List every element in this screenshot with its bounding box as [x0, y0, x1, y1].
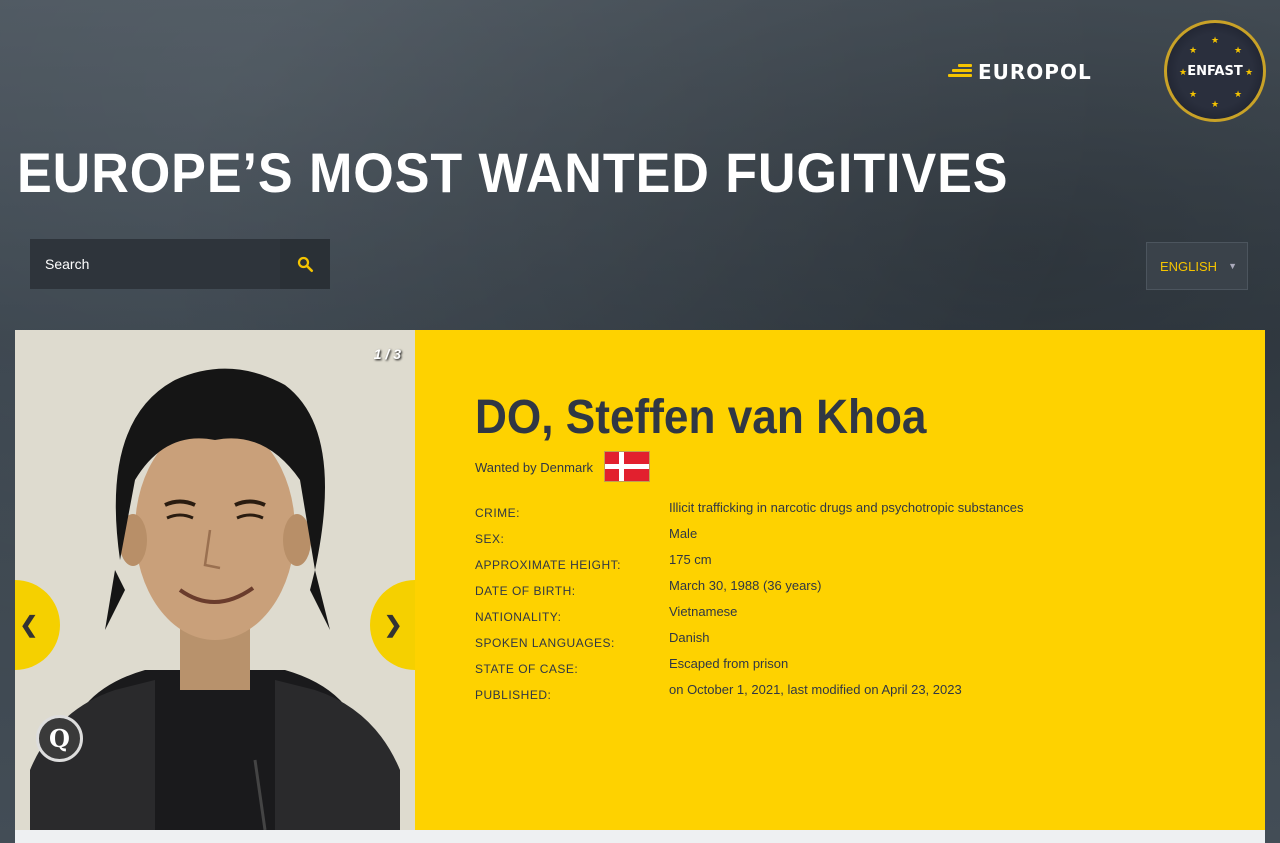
detail-row-state-of-case: STATE OF CASE: Escaped from prison — [475, 654, 1024, 680]
detail-value: Danish — [669, 630, 710, 645]
detail-value: Illicit trafficking in narcotic drugs an… — [669, 500, 1024, 515]
detail-value: Vietnamese — [669, 604, 738, 619]
enfast-logo[interactable]: ★ ★ ★ ★ ★ ★ ★ ★ ENFAST — [1164, 20, 1266, 122]
wanted-by: Wanted by Denmark — [475, 460, 593, 475]
language-select[interactable]: ENGLISH ▼ — [1146, 242, 1248, 290]
chevron-down-icon: ▼ — [1228, 261, 1237, 271]
detail-row-date-of-birth: DATE OF BIRTH: March 30, 1988 (36 years) — [475, 576, 1024, 602]
zoom-button[interactable]: Q — [36, 715, 83, 762]
search-input[interactable] — [30, 239, 280, 289]
detail-value: Escaped from prison — [669, 656, 789, 671]
detail-value: March 30, 1988 (36 years) — [669, 578, 822, 593]
fugitive-info-panel: DO, Steffen van Khoa Wanted by Denmark C… — [415, 330, 1265, 830]
detail-label: APPROXIMATE HEIGHT: — [475, 558, 621, 572]
chevron-right-icon: ❯ — [384, 612, 403, 637]
denmark-flag-icon — [604, 451, 650, 482]
fugitive-details: CRIME: Illicit trafficking in narcotic d… — [475, 498, 1024, 706]
wanted-by-prefix: Wanted by — [475, 460, 537, 475]
detail-label: NATIONALITY: — [475, 610, 562, 624]
europol-logo-text: EUROPOL — [978, 60, 1092, 84]
detail-row-published: PUBLISHED: on October 1, 2021, last modi… — [475, 680, 1024, 706]
chevron-left-icon: ❮ — [19, 612, 38, 637]
wanted-by-country: Denmark — [540, 460, 594, 475]
detail-value: 175 cm — [669, 552, 712, 567]
detail-value: Male — [669, 526, 698, 541]
europol-logo-mark-icon — [948, 63, 972, 81]
detail-label: SEX: — [475, 532, 505, 546]
fugitive-photo-carousel: 1 / 3 ❮ ❯ Q — [15, 330, 415, 830]
detail-label: SPOKEN LANGUAGES: — [475, 636, 615, 650]
page-title: EUROPE’S MOST WANTED FUGITIVES — [17, 141, 1009, 204]
search-box — [30, 239, 330, 289]
detail-row-crime: CRIME: Illicit trafficking in narcotic d… — [475, 498, 1024, 524]
detail-label: CRIME: — [475, 506, 520, 520]
bottom-strip — [15, 830, 1265, 843]
gallery-counter: 1 / 3 — [373, 346, 401, 362]
detail-row-sex: SEX: Male — [475, 524, 1024, 550]
zoom-icon: Q — [49, 724, 70, 753]
detail-label: DATE OF BIRTH: — [475, 584, 576, 598]
detail-label: STATE OF CASE: — [475, 662, 579, 676]
europol-logo[interactable]: EUROPOL — [948, 60, 1124, 84]
detail-label: PUBLISHED: — [475, 688, 552, 702]
detail-row-height: APPROXIMATE HEIGHT: 175 cm — [475, 550, 1024, 576]
search-button[interactable] — [280, 239, 330, 289]
language-selected-label: ENGLISH — [1160, 258, 1218, 274]
search-icon — [297, 256, 314, 273]
fugitive-name: DO, Steffen van Khoa — [475, 391, 927, 444]
detail-row-nationality: NATIONALITY: Vietnamese — [475, 602, 1024, 628]
enfast-logo-text: ENFAST — [1187, 63, 1243, 79]
detail-value: on October 1, 2021, last modified on Apr… — [669, 682, 962, 697]
detail-row-languages: SPOKEN LANGUAGES: Danish — [475, 628, 1024, 654]
